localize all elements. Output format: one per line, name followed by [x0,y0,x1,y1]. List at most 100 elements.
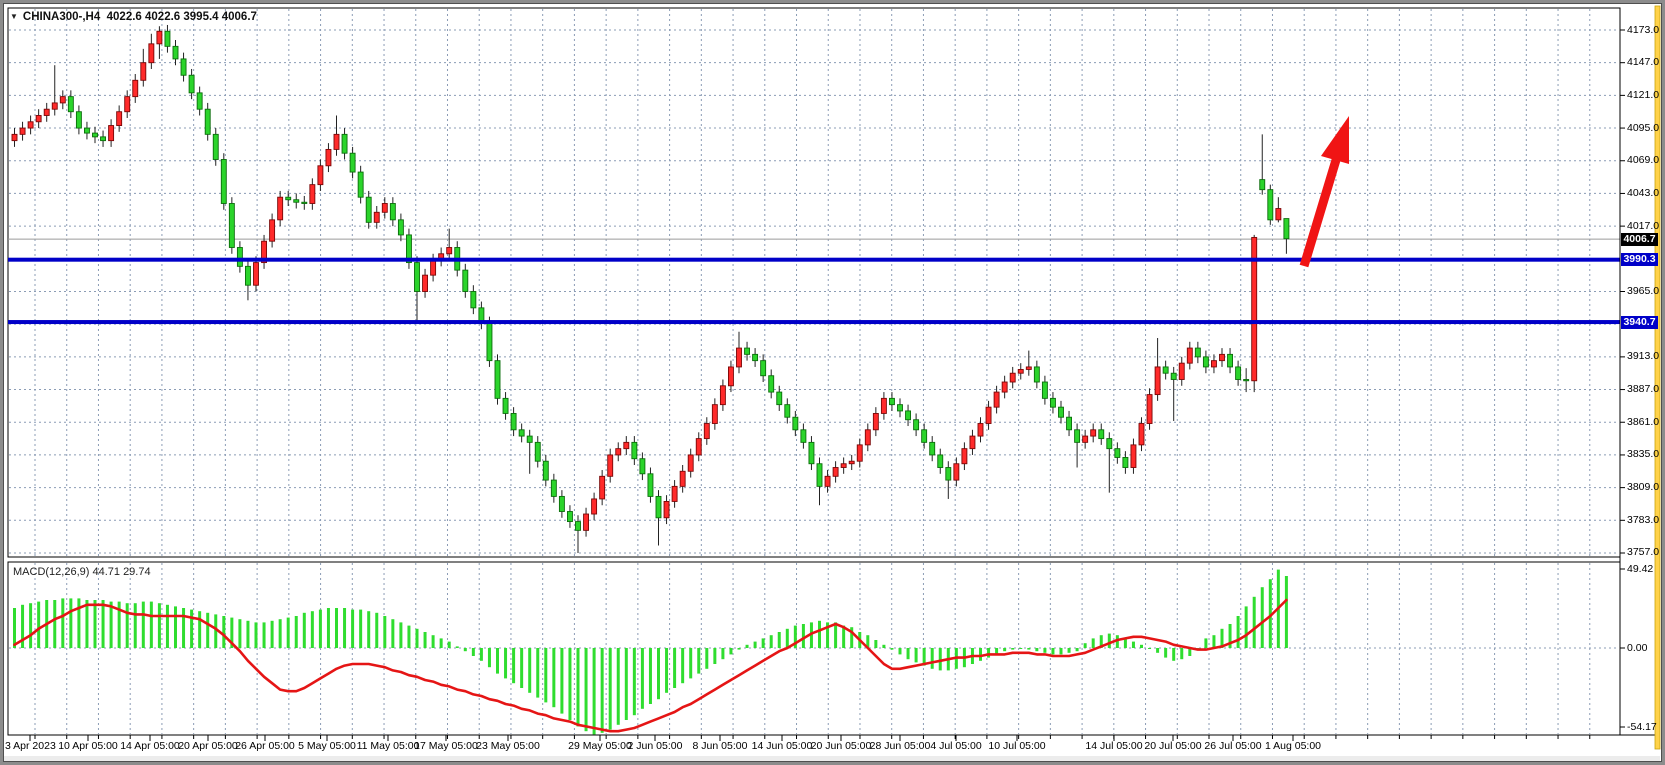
candle-body [656,496,661,517]
candle-body [350,153,355,172]
macd-histogram-bar [13,608,16,648]
macd-histogram-bar [786,629,789,648]
macd-histogram-bar [287,618,290,648]
macd-histogram-bar [746,645,749,648]
macd-histogram-bar [456,646,459,648]
macd-histogram-bar [110,602,113,648]
macd-histogram-bar [641,648,644,709]
candle-body [173,46,178,59]
candle-body [608,455,613,476]
candle-body [221,159,226,203]
chart-window: ▼CHINA300-,H4 4022.6 4022.6 3995.4 4006.… [0,0,1665,765]
price-axis-label: 3757.0 [1627,546,1665,559]
candle-body [535,442,540,461]
candle-body [44,109,49,115]
price-axis-label: 4121.0 [1627,89,1665,102]
price-axis-label: 4095.0 [1627,122,1665,135]
candle-body [688,455,693,471]
macd-histogram-bar [416,629,419,648]
macd-histogram-bar [472,648,475,656]
time-axis-label: 20 Jul 05:00 [1144,740,1201,752]
macd-histogram-bar [198,611,201,648]
candle-body [930,442,935,455]
price-axis-label: 3861.0 [1627,416,1665,429]
macd-axis-label: 49.42 [1627,563,1665,576]
candle-body [1244,380,1249,381]
candle-body [1075,430,1080,443]
macd-histogram-bar [94,600,97,648]
macd-histogram-bar [890,648,893,650]
candle-body [1042,382,1047,398]
candle-body [640,459,645,474]
macd-histogram-bar [134,603,137,648]
price-axis-label: 4069.0 [1627,154,1665,167]
macd-histogram-bar [271,621,274,648]
macd-histogram-bar [391,619,394,648]
candle-body [20,128,25,134]
macd-axis-label: -54.17 [1627,721,1665,734]
time-axis-label: 11 May 05:00 [357,740,420,752]
candle-body [761,361,766,376]
macd-histogram-bar [1035,648,1038,651]
candle-body [1018,369,1023,373]
macd-histogram-bar [939,648,942,670]
macd-histogram-bar [1019,648,1022,649]
current-price-tag: 4006.7 [1621,233,1658,246]
candle-body [567,512,572,522]
macd-histogram-bar [1076,648,1079,651]
candle-body [672,486,677,501]
time-axis-label: 14 Jun 05:00 [752,740,813,752]
chart-canvas[interactable] [0,0,1665,765]
candle-body [1083,436,1088,442]
macd-histogram-bar [729,648,732,654]
candle-body [52,103,57,109]
candle-body [785,405,790,418]
macd-histogram-bar [464,648,467,651]
time-axis-label: 17 May 05:00 [414,740,478,752]
candle-body [28,122,33,128]
candle-body [133,80,138,96]
candle-body [712,405,717,424]
candle-body [664,501,669,517]
candle-body [898,405,903,411]
macd-histogram-bar [496,648,499,674]
macd-histogram-bar [874,640,877,648]
macd-histogram-bar [69,598,72,648]
candle-body [1034,367,1039,382]
ohlc-readout: 4022.6 4022.6 3995.4 4006.7 [107,11,257,23]
candle-body [1171,373,1176,379]
candle-body [777,392,782,405]
price-axis-label: 3887.0 [1627,383,1665,396]
candle-body [624,442,629,448]
macd-histogram-bar [480,648,483,661]
candle-body [527,436,532,442]
macd-histogram-bar [536,648,539,698]
macd-histogram-bar [1027,648,1030,650]
time-axis-label: 4 Jul 05:00 [930,740,981,752]
time-axis-label: 26 Apr 05:00 [235,740,295,752]
macd-histogram-bar [206,613,209,648]
macd-histogram-bar [351,610,354,648]
candle-body [382,203,387,212]
macd-histogram-bar [512,648,515,683]
macd-histogram-bar [190,610,193,648]
macd-histogram-bar [61,598,64,648]
macd-histogram-bar [327,608,330,648]
macd-histogram-bar [488,648,491,667]
macd-histogram-bar [343,608,346,648]
candle-body [696,439,701,455]
macd-histogram-bar [601,648,604,733]
macd-histogram-bar [255,622,258,648]
candle-body [1091,430,1096,436]
candle-body [109,126,114,141]
candle-body [1002,382,1007,392]
symbol-dropdown-icon[interactable]: ▼ [10,12,18,21]
macd-histogram-bar [303,613,306,648]
macd-histogram-bar [166,605,169,648]
macd-label: MACD(12,26,9) 44.71 29.74 [13,566,151,578]
candle-body [423,275,428,291]
candle-body [809,442,814,463]
macd-histogram-bar [1164,648,1167,658]
candle-body [1123,457,1128,467]
horizontal-level-line [8,258,1620,262]
